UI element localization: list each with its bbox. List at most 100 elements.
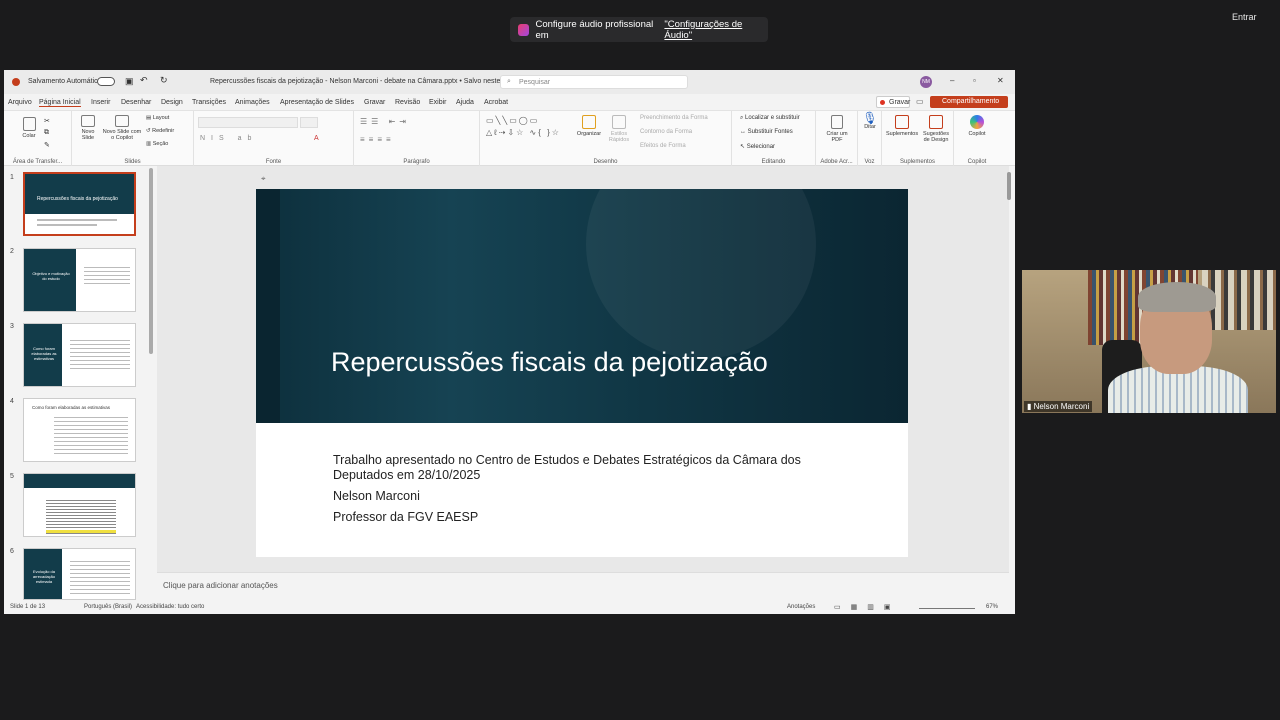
thumbnail-slide-3[interactable]: Como foram elaboradas as estimativas — [23, 323, 136, 387]
thumb-title: Objetivo e motivação do estudo — [32, 271, 70, 281]
participant-video[interactable]: ▮ Nelson Marconi — [1022, 270, 1276, 413]
thumbnail-slide-5[interactable] — [23, 473, 136, 537]
minimize-icon[interactable]: – — [950, 76, 954, 85]
group-label: Voz — [864, 159, 875, 165]
save-icon[interactable]: ▣ — [125, 76, 134, 87]
avatar[interactable]: NM — [920, 76, 932, 88]
zoom-level[interactable]: 67% — [986, 604, 998, 610]
cut-icon[interactable]: ✂ — [44, 117, 50, 125]
notes-pane[interactable]: Clique para adicionar anotações — [157, 572, 1009, 604]
group-editing: ⌕ Localizar e substituir ↔ Substituir Fo… — [732, 111, 816, 167]
format-painter-icon[interactable]: ✎ — [44, 141, 50, 149]
arrange-button[interactable]: Organizar — [576, 115, 602, 137]
accessibility-status[interactable]: Acessibilidade: tudo certo — [136, 604, 204, 610]
maximize-icon[interactable]: ▫ — [973, 76, 976, 85]
new-slide-button[interactable]: Novo Slide — [76, 115, 100, 141]
enter-button[interactable]: Entrar — [1232, 12, 1257, 22]
view-buttons-icon[interactable]: ▭▦▥▣ — [834, 603, 900, 611]
audio-settings-link[interactable]: "Configurações de Áudio" — [664, 19, 768, 41]
align-icons[interactable]: ≡≡≡≡ — [360, 135, 395, 144]
shape-effects-button[interactable]: Efeitos de Forma — [640, 143, 686, 149]
design-ideas-button[interactable]: Sugestões de Design — [920, 115, 952, 143]
replace-fonts-button[interactable]: ↔ Substituir Fontes — [740, 129, 793, 135]
shapes-gallery-icon[interactable]: ▭╲╲▭◯▭ △ℓ⇢⇩☆ ∿{ }☆ — [486, 115, 566, 139]
menu-acrobat[interactable]: Acrobat — [484, 99, 508, 106]
font-format-icons[interactable]: NIS ab — [200, 135, 257, 142]
shape-outline-button[interactable]: Contorno da Forma — [640, 129, 692, 135]
dictate-button[interactable]: 🎙 Ditar — [860, 112, 880, 130]
menu-exibir[interactable]: Exibir — [429, 99, 447, 106]
section-label: Seção — [152, 141, 169, 147]
group-label: Copilot — [967, 159, 987, 165]
slide-subtitle[interactable]: Trabalho apresentado no Centro de Estudo… — [333, 453, 853, 531]
record-button[interactable]: Gravar — [876, 96, 910, 108]
section-button[interactable]: ▥ Seção — [146, 141, 168, 147]
autosave-label: Salvamento Automático — [28, 78, 102, 85]
font-name-select[interactable] — [198, 117, 298, 128]
menu-ajuda[interactable]: Ajuda — [456, 99, 474, 106]
find-replace-button[interactable]: ⌕ Localizar e substituir — [740, 115, 800, 122]
group-label: Desenho — [593, 159, 618, 165]
menu-transicoes[interactable]: Transições — [192, 99, 226, 106]
copilot-button[interactable]: Copilot — [964, 115, 990, 137]
reset-button[interactable]: ↺ Redefinir — [146, 128, 174, 134]
thumb-title: Repercussões fiscais da pejotização — [37, 196, 118, 202]
menu-pagina-inicial[interactable]: Página Inicial — [39, 99, 81, 107]
group-voice: 🎙 Ditar Voz — [858, 111, 882, 167]
group-label: Editando — [761, 159, 786, 165]
font-size-select[interactable] — [300, 117, 318, 128]
menu-gravar[interactable]: Gravar — [364, 99, 385, 106]
group-slides: Novo Slide Novo Slide com o Copilot ▤ La… — [72, 111, 194, 167]
menu-animacoes[interactable]: Animações — [235, 99, 270, 106]
ribbon: Colar ✂ ⧉ ✎ Área de Transfer... Novo Sli… — [4, 110, 1015, 167]
shape-fill-button[interactable]: Preenchimento da Forma — [640, 115, 708, 121]
close-icon[interactable]: ✕ — [997, 76, 1004, 85]
group-adobe: Criar um PDF Adobe Acr... — [816, 111, 858, 167]
redo-icon[interactable]: ↻ — [160, 75, 168, 86]
menu-arquivo[interactable]: Arquivo — [8, 99, 32, 106]
slide-title-band — [256, 189, 908, 423]
current-slide[interactable]: Repercussões fiscais da pejotização Trab… — [256, 189, 908, 557]
document-title[interactable]: Repercussões fiscais da pejotização - Ne… — [210, 78, 512, 85]
search-box[interactable]: ⌕ Pesquisar — [500, 75, 688, 89]
language-status[interactable]: Português (Brasil) — [84, 604, 132, 610]
share-label: Compartilhamento — [942, 98, 1000, 105]
select-button[interactable]: ↖ Selecionar — [740, 143, 775, 150]
menu-revisao[interactable]: Revisão — [395, 99, 420, 106]
record-label: Gravar — [889, 99, 911, 106]
group-clipboard: Colar ✂ ⧉ ✎ Área de Transfer... — [4, 111, 72, 167]
copy-icon[interactable]: ⧉ — [44, 129, 49, 137]
participant-name: Nelson Marconi — [1033, 402, 1090, 411]
menu-apresentacao[interactable]: Apresentação de Slides — [280, 99, 354, 106]
font-color-icon[interactable]: A — [314, 135, 319, 142]
menu-design[interactable]: Design — [161, 99, 183, 106]
thumbnails-scrollbar[interactable] — [149, 168, 153, 354]
menu-inserir[interactable]: Inserir — [91, 99, 110, 106]
comments-icon[interactable]: ▭ — [916, 97, 924, 106]
paste-button[interactable]: Colar — [18, 117, 40, 139]
slide-counter: Slide 1 de 13 — [10, 604, 46, 610]
thumbnail-slide-2[interactable]: Objetivo e motivação do estudo — [23, 248, 136, 312]
slide-title[interactable]: Repercussões fiscais da pejotização — [331, 347, 768, 378]
arrange-label: Organizar — [576, 131, 602, 137]
quick-styles-label: Estilos Rápidos — [608, 131, 630, 143]
thumbnail-slide-6[interactable]: Evolução da arrecadação estimada — [23, 548, 136, 600]
undo-icon[interactable]: ↶ — [140, 75, 148, 86]
notes-toggle[interactable]: Anotações — [787, 604, 815, 610]
create-pdf-button[interactable]: Criar um PDF — [822, 115, 852, 143]
thumb-number: 5 — [10, 473, 14, 480]
addins-button[interactable]: Suplementos — [886, 115, 918, 137]
menu-desenhar[interactable]: Desenhar — [121, 99, 151, 106]
layout-label: Layout — [152, 115, 170, 121]
list-icons[interactable]: ☰☰ ⇤⇥ — [360, 117, 410, 126]
design-ideas-small-icon[interactable]: ⌖ — [261, 174, 266, 184]
editor-scrollbar[interactable] — [1007, 172, 1011, 200]
share-button[interactable]: Compartilhamento — [930, 96, 1008, 108]
autosave-toggle[interactable] — [97, 77, 115, 86]
layout-button[interactable]: ▤ Layout — [146, 115, 169, 121]
thumbnail-slide-1[interactable]: Repercussões fiscais da pejotização — [23, 172, 136, 236]
quick-styles-button[interactable]: Estilos Rápidos — [606, 115, 632, 143]
zoom-slider[interactable] — [919, 608, 975, 609]
new-slide-copilot-button[interactable]: Novo Slide com o Copilot — [102, 115, 142, 141]
thumbnail-slide-4[interactable]: Como foram elaboradas as estimativas — [23, 398, 136, 462]
